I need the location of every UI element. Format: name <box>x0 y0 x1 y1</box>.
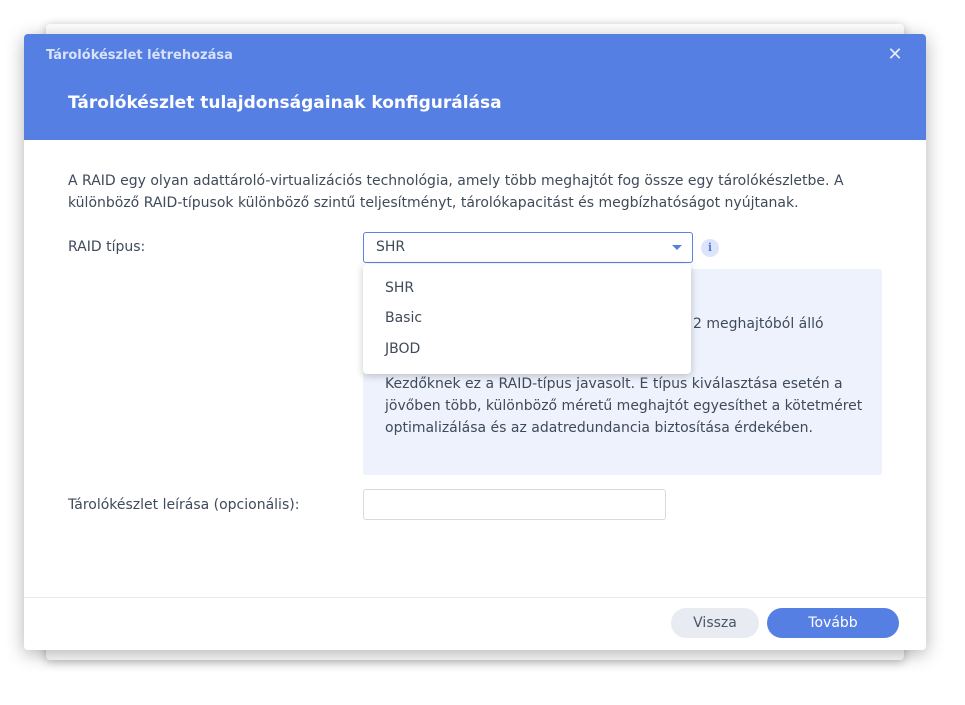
pool-description-label: Tárolókészlet leírása (opcionális): <box>68 497 300 513</box>
info-icon[interactable]: i <box>701 239 719 257</box>
step-title: Tárolókészlet tulajdonságainak konfigurá… <box>68 93 502 113</box>
raid-type-label: RAID típus: <box>68 239 146 255</box>
footer-divider <box>24 597 926 598</box>
back-button[interactable]: Vissza <box>671 608 759 638</box>
close-icon[interactable]: ✕ <box>886 46 904 64</box>
raid-type-dropdown: SHR Basic JBOD <box>363 264 691 374</box>
raid-info-partial-text: 2 meghajtóból álló <box>693 316 824 332</box>
create-storage-pool-dialog: Tárolókészlet létrehozása ✕ Tárolókészle… <box>24 34 926 650</box>
raid-type-selected-value: SHR <box>376 239 406 255</box>
chevron-down-icon <box>672 245 682 250</box>
window-title: Tárolókészlet létrehozása <box>46 48 233 63</box>
raid-option-shr[interactable]: SHR <box>385 280 414 296</box>
raid-description: A RAID egy olyan adattároló-virtualizáci… <box>68 173 844 211</box>
raid-option-jbod[interactable]: JBOD <box>385 341 420 357</box>
raid-option-basic[interactable]: Basic <box>385 310 422 326</box>
raid-info-text: Kezdőknek ez a RAID-típus javasolt. E tí… <box>385 376 863 436</box>
next-button[interactable]: Tovább <box>767 608 899 638</box>
raid-type-select[interactable]: SHR <box>363 232 693 263</box>
dialog-header: Tárolókészlet létrehozása ✕ Tárolókészle… <box>24 34 926 140</box>
pool-description-input[interactable] <box>363 489 666 520</box>
